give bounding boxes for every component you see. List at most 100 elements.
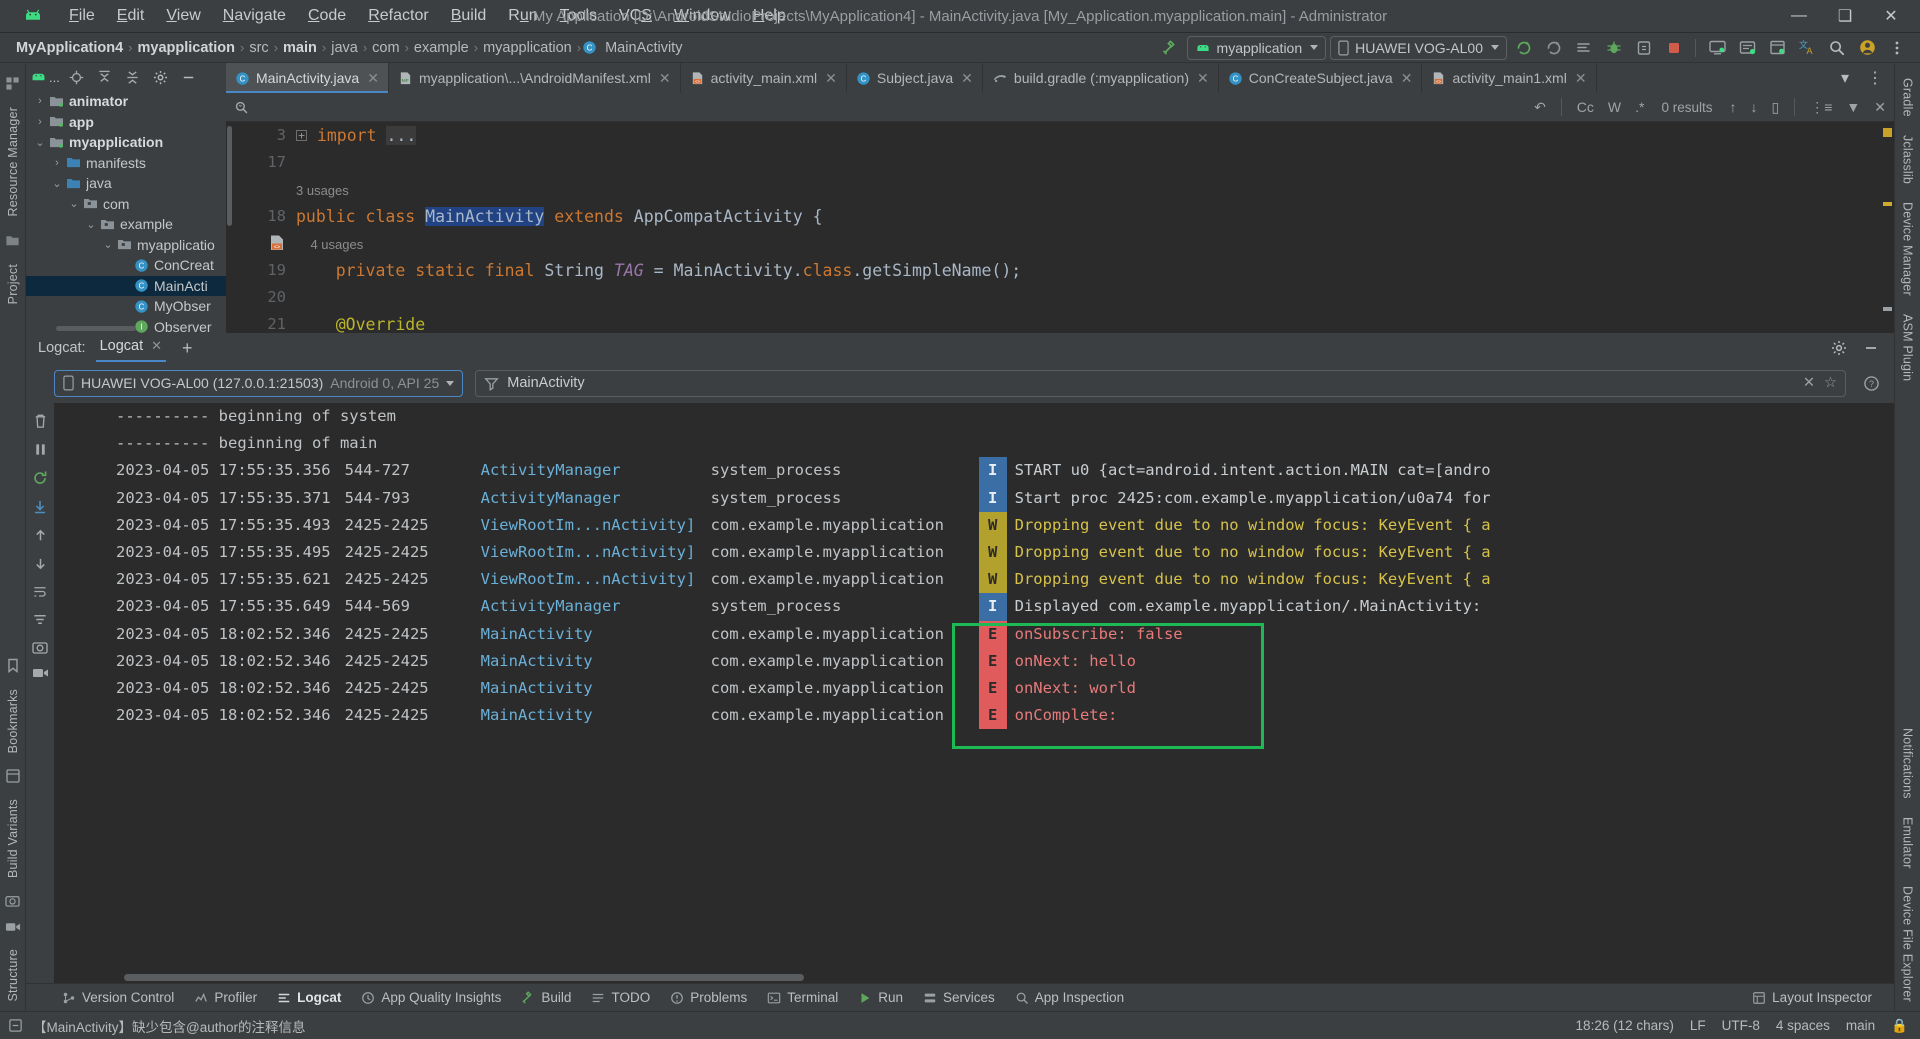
project-tree-scrollbar[interactable] <box>56 326 136 331</box>
more-options-icon[interactable]: ⋮ <box>1862 66 1888 90</box>
bottom-bar-layout-inspector[interactable]: Layout Inspector <box>1742 987 1882 1008</box>
expand-all-icon[interactable] <box>92 65 118 89</box>
tree-expand-arrow[interactable]: › <box>49 157 65 169</box>
tree-item-concreat[interactable]: C ConCreat <box>26 255 226 276</box>
project-view-label[interactable]: ... <box>49 70 60 85</box>
chevron-down-icon[interactable]: ▾ <box>1832 66 1858 90</box>
tree-item-myapplicatio[interactable]: ⌄ myapplicatio <box>26 235 226 256</box>
usage-hint[interactable]: 4 usages <box>296 237 363 252</box>
logcat-tab[interactable]: Logcat ✕ <box>95 334 167 362</box>
logcat-horizontal-scrollbar[interactable] <box>124 974 804 981</box>
build-hammer-icon[interactable] <box>1157 36 1183 60</box>
code-line[interactable] <box>296 149 1880 176</box>
editor-code-lines[interactable]: + import ... 3 usages public class MainAct… <box>292 122 1880 333</box>
code-line[interactable]: public class MainActivity extends AppCom… <box>296 203 1880 230</box>
logcat-device-selector[interactable]: HUAWEI VOG-AL00 (127.0.0.1:21503) Androi… <box>54 369 464 397</box>
search-icon[interactable] <box>1824 36 1850 60</box>
editor-tab-concreatesubject-java[interactable]: C ConCreateSubject.java ✕ <box>1219 63 1423 93</box>
device-selector[interactable]: HUAWEI VOG-AL00 <box>1330 35 1507 60</box>
module-selector[interactable]: myapplication <box>1186 35 1327 60</box>
rail-label-build-variants[interactable]: Build Variants <box>6 790 20 887</box>
indent-setting[interactable]: 4 spaces <box>1776 1018 1830 1033</box>
close-icon[interactable]: ✕ <box>961 70 973 87</box>
tree-expand-arrow[interactable]: ⌄ <box>49 177 65 190</box>
caret-position[interactable]: 18:26 (12 chars) <box>1576 1018 1674 1033</box>
bottom-bar-run[interactable]: Run <box>848 987 913 1008</box>
project-panel-icon[interactable] <box>5 226 20 255</box>
logcat-row[interactable]: 2023-04-05 17:55:35.495 2425-2425 ViewRoot… <box>54 538 1894 567</box>
editor-error-stripe[interactable] <box>1880 122 1894 333</box>
tree-item-myapplication[interactable]: ⌄ myapplication <box>26 132 226 153</box>
bottom-bar-build[interactable]: Build <box>511 987 581 1008</box>
run-icon[interactable] <box>1511 36 1537 60</box>
run-inspections-icon[interactable] <box>1631 36 1657 60</box>
editor-tab-subject-java[interactable]: C Subject.java ✕ <box>847 63 983 93</box>
resource-manager-icon[interactable] <box>5 69 20 98</box>
translate-icon[interactable]: 文A <box>1794 36 1820 60</box>
breadcrumb-item-2[interactable]: src <box>245 39 272 57</box>
menu-edit[interactable]: Edit <box>106 3 156 29</box>
close-icon[interactable]: ✕ <box>1575 70 1587 87</box>
maximize-button[interactable]: ❑ <box>1822 0 1868 32</box>
clear-filter-icon[interactable]: ✕ <box>1803 375 1815 391</box>
git-branch[interactable]: main <box>1846 1018 1875 1033</box>
code-line[interactable]: private static final String TAG = MainAc… <box>296 257 1880 284</box>
close-icon[interactable]: ✕ <box>825 70 837 87</box>
fold-marker-icon[interactable]: + <box>296 130 307 141</box>
find-regex-newline-icon[interactable]: ↶ <box>1531 99 1549 116</box>
search-icon[interactable] <box>234 100 249 115</box>
record-video-icon[interactable] <box>5 914 21 940</box>
account-icon[interactable] <box>1854 36 1880 60</box>
menu-build[interactable]: Build <box>440 3 498 29</box>
tree-expand-arrow[interactable]: ⌄ <box>83 218 99 231</box>
code-line[interactable]: + import ... <box>296 122 1880 149</box>
line-separator[interactable]: LF <box>1690 1018 1706 1033</box>
tree-item-com[interactable]: ⌄ com <box>26 194 226 215</box>
stop-icon[interactable] <box>1661 36 1687 60</box>
logcat-row[interactable]: 2023-04-05 18:02:52.346 2425-2425 MainActi… <box>54 647 1894 675</box>
find-filter-icon[interactable]: ▼ <box>1843 99 1863 115</box>
bottom-bar-problems[interactable]: Problems <box>660 987 757 1008</box>
bottom-bar-terminal[interactable]: Terminal <box>757 987 848 1008</box>
tree-item-myobser[interactable]: C MyObser <box>26 296 226 317</box>
bottom-bar-version-control[interactable]: Version Control <box>52 987 184 1008</box>
close-icon[interactable]: ✕ <box>1401 70 1413 87</box>
close-icon[interactable]: ✕ <box>151 338 162 354</box>
menu-vcs[interactable]: VCS <box>608 3 663 29</box>
collapse-all-icon[interactable] <box>120 65 146 89</box>
locate-icon[interactable] <box>64 65 90 89</box>
breadcrumb-item-3[interactable]: main <box>279 39 321 57</box>
tree-expand-arrow[interactable]: › <box>32 95 48 107</box>
find-close-icon[interactable]: ✕ <box>1871 99 1894 116</box>
logcat-row[interactable]: 2023-04-05 17:55:35.356 544-727 ActivityMa… <box>54 457 1894 485</box>
menu-file[interactable]: File <box>58 3 106 29</box>
warning-stripe[interactable] <box>1883 202 1892 206</box>
editor-tab-myapplication-androidmanifest-xml[interactable]: MF myapplication\...\AndroidManifest.xml ✕ <box>389 63 681 93</box>
bottom-bar-todo[interactable]: TODO <box>581 987 660 1008</box>
tree-expand-arrow[interactable]: › <box>32 116 48 128</box>
logcat-row[interactable]: 2023-04-05 17:55:35.493 2425-2425 ViewRoot… <box>54 511 1894 539</box>
tree-expand-arrow[interactable]: ⌄ <box>100 238 116 251</box>
find-in-selection-icon[interactable]: ⋮≡ <box>1807 99 1835 116</box>
clear-logcat-icon[interactable] <box>33 413 48 429</box>
editor-gutter[interactable]: 3 17 18 19 20 21 <> <box>226 122 292 333</box>
filter-settings-icon[interactable] <box>32 612 48 627</box>
find-open-in-window-icon[interactable]: ▯ <box>1769 99 1783 116</box>
tree-expand-arrow[interactable]: ⌄ <box>32 136 48 149</box>
logcat-row[interactable]: ---------- beginning of main <box>54 430 1894 457</box>
bottom-bar-services[interactable]: Services <box>913 987 1005 1008</box>
editor-tab-mainactivity-java[interactable]: C MainActivity.java ✕ <box>226 63 389 93</box>
editor-tab-build-gradle-myapplication-[interactable]: build.gradle (:myapplication) ✕ <box>983 63 1219 93</box>
find-next-icon[interactable]: ↓ <box>1748 99 1761 115</box>
breadcrumb-item-6[interactable]: example <box>410 39 473 57</box>
tree-item-java[interactable]: ⌄ java <box>26 173 226 194</box>
logcat-row[interactable]: ---------- beginning of system <box>54 403 1894 430</box>
soft-wrap-icon[interactable] <box>32 584 48 599</box>
bookmarks-icon[interactable] <box>6 651 20 680</box>
screenshot-icon[interactable] <box>5 887 20 914</box>
avd-manager-icon[interactable] <box>1704 36 1730 60</box>
close-icon[interactable]: ✕ <box>367 70 379 87</box>
menu-run[interactable]: Run <box>497 3 548 29</box>
menu-tools[interactable]: Tools <box>549 3 608 29</box>
rail-label-structure[interactable]: Structure <box>6 940 20 1011</box>
